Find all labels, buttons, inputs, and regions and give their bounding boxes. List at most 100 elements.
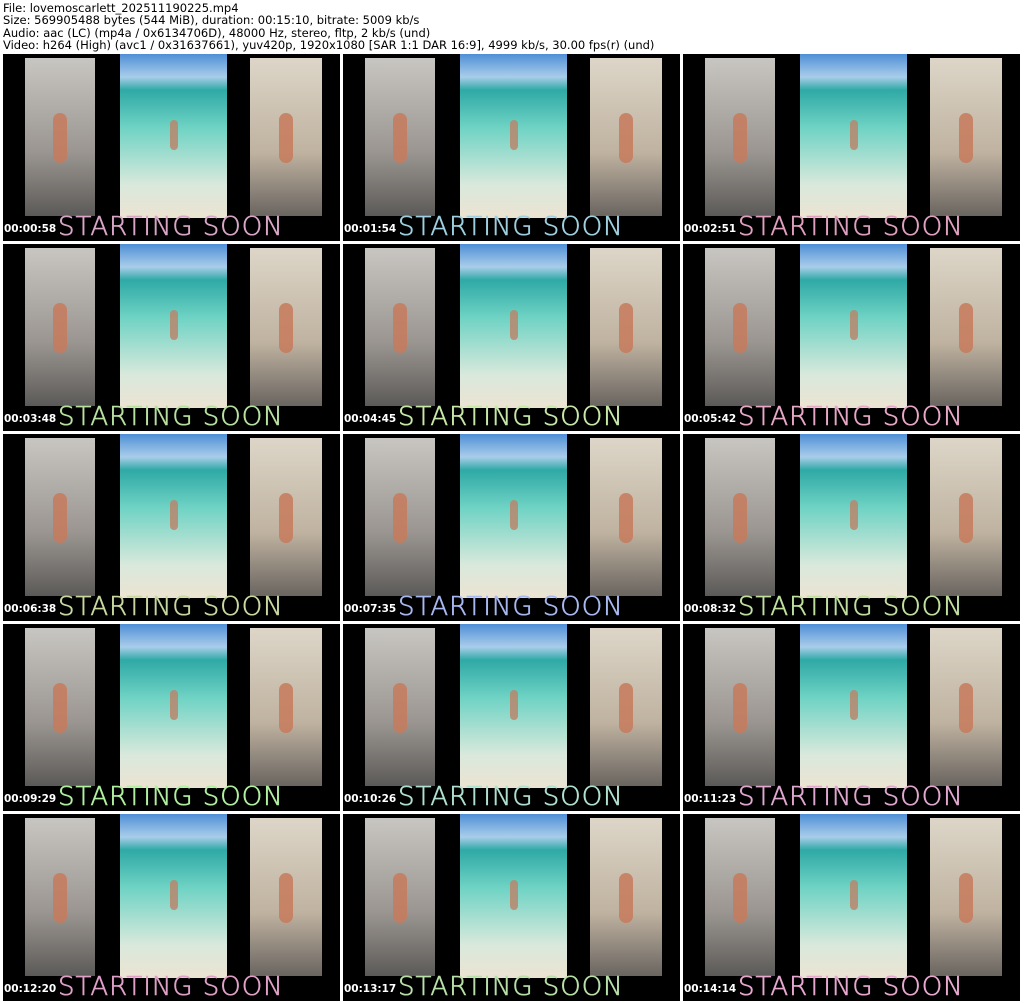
figure-placeholder [619, 113, 633, 164]
timestamp: 00:06:38 [4, 603, 57, 615]
video-thumbnail[interactable]: STARTING SOON 00:11:23 [683, 624, 1020, 811]
thumbnail-grid: STARTING SOON 00:00:58 STARTING SOON 00:… [3, 54, 1020, 1001]
video-thumbnail[interactable]: STARTING SOON 00:13:17 [343, 814, 680, 1001]
frame-panel-beach [800, 814, 907, 978]
starting-soon-overlay: STARTING SOON [398, 592, 624, 621]
starting-soon-overlay: STARTING SOON [738, 972, 964, 1001]
video-thumbnail[interactable]: STARTING SOON 00:08:32 [683, 434, 1020, 621]
timestamp: 00:01:54 [344, 223, 397, 235]
timestamp: 00:05:42 [684, 413, 737, 425]
figure-placeholder [393, 683, 407, 734]
starting-soon-overlay: STARTING SOON [738, 402, 964, 431]
figure-placeholder [53, 873, 67, 924]
starting-soon-overlay: STARTING SOON [58, 592, 284, 621]
frame-panel-beach [460, 434, 567, 598]
frame-panel-right [590, 818, 662, 976]
figure-placeholder [733, 873, 747, 924]
figure-placeholder [393, 873, 407, 924]
video-thumbnail[interactable]: STARTING SOON 00:02:51 [683, 54, 1020, 241]
figure-placeholder [849, 689, 858, 720]
figure-placeholder [169, 119, 178, 150]
starting-soon-overlay: STARTING SOON [398, 402, 624, 431]
video-thumbnail[interactable]: STARTING SOON 00:04:45 [343, 244, 680, 431]
starting-soon-overlay: STARTING SOON [58, 402, 284, 431]
frame-panel-beach [460, 624, 567, 788]
frame-panel-left [705, 628, 775, 786]
frame-panel-beach [120, 434, 227, 598]
frame-panel-beach [800, 624, 907, 788]
video-thumbnail[interactable]: STARTING SOON 00:07:35 [343, 434, 680, 621]
video-thumbnail[interactable]: STARTING SOON 00:10:26 [343, 624, 680, 811]
starting-soon-overlay: STARTING SOON [738, 212, 964, 241]
starting-soon-overlay: STARTING SOON [738, 592, 964, 621]
figure-placeholder [169, 499, 178, 530]
video-info: Video: h264 (High) (avc1 / 0x31637661), … [3, 37, 655, 52]
file-size-info: Size: 569905488 bytes (544 MiB), duratio… [3, 13, 420, 28]
file-info-header: File: lovemoscarlett_202511190225.mp4 Si… [3, 2, 654, 51]
figure-placeholder [393, 113, 407, 164]
timestamp: 00:08:32 [684, 603, 737, 615]
frame-panel-left [25, 58, 95, 216]
figure-placeholder [509, 879, 518, 910]
figure-placeholder [279, 493, 293, 544]
figure-placeholder [169, 309, 178, 340]
frame-panel-left [365, 818, 435, 976]
figure-placeholder [279, 873, 293, 924]
starting-soon-overlay: STARTING SOON [58, 972, 284, 1001]
frame-panel-left [365, 58, 435, 216]
timestamp: 00:00:58 [4, 223, 57, 235]
frame-panel-left [705, 248, 775, 406]
figure-placeholder [849, 309, 858, 340]
figure-placeholder [279, 683, 293, 734]
video-thumbnail[interactable]: STARTING SOON 00:05:42 [683, 244, 1020, 431]
frame-panel-left [25, 438, 95, 596]
timestamp: 00:12:20 [4, 983, 57, 995]
video-thumbnail[interactable]: STARTING SOON 00:09:29 [3, 624, 340, 811]
timestamp: 00:07:35 [344, 603, 397, 615]
figure-placeholder [959, 113, 973, 164]
figure-placeholder [733, 303, 747, 354]
figure-placeholder [169, 879, 178, 910]
figure-placeholder [509, 309, 518, 340]
figure-placeholder [959, 493, 973, 544]
frame-panel-right [250, 248, 322, 406]
frame-panel-beach [800, 54, 907, 218]
frame-panel-left [25, 248, 95, 406]
starting-soon-overlay: STARTING SOON [58, 212, 284, 241]
frame-panel-right [590, 628, 662, 786]
figure-placeholder [53, 683, 67, 734]
figure-placeholder [849, 119, 858, 150]
figure-placeholder [279, 113, 293, 164]
frame-panel-right [250, 58, 322, 216]
frame-panel-right [930, 818, 1002, 976]
frame-panel-right [590, 248, 662, 406]
figure-placeholder [53, 113, 67, 164]
frame-panel-left [705, 818, 775, 976]
timestamp: 00:03:48 [4, 413, 57, 425]
frame-panel-beach [120, 624, 227, 788]
video-thumbnail[interactable]: STARTING SOON 00:00:58 [3, 54, 340, 241]
timestamp: 00:09:29 [4, 793, 57, 805]
figure-placeholder [733, 113, 747, 164]
video-thumbnail[interactable]: STARTING SOON 00:14:14 [683, 814, 1020, 1001]
video-thumbnail[interactable]: STARTING SOON 00:01:54 [343, 54, 680, 241]
starting-soon-overlay: STARTING SOON [398, 972, 624, 1001]
frame-panel-right [930, 248, 1002, 406]
video-thumbnail[interactable]: STARTING SOON 00:03:48 [3, 244, 340, 431]
frame-panel-left [705, 438, 775, 596]
frame-panel-beach [460, 54, 567, 218]
timestamp: 00:11:23 [684, 793, 737, 805]
timestamp: 00:04:45 [344, 413, 397, 425]
figure-placeholder [619, 303, 633, 354]
video-thumbnail[interactable]: STARTING SOON 00:12:20 [3, 814, 340, 1001]
video-thumbnail[interactable]: STARTING SOON 00:06:38 [3, 434, 340, 621]
frame-panel-left [25, 818, 95, 976]
timestamp: 00:10:26 [344, 793, 397, 805]
starting-soon-overlay: STARTING SOON [58, 782, 284, 811]
figure-placeholder [959, 683, 973, 734]
figure-placeholder [849, 879, 858, 910]
frame-panel-beach [460, 814, 567, 978]
frame-panel-right [930, 438, 1002, 596]
figure-placeholder [509, 499, 518, 530]
frame-panel-right [250, 628, 322, 786]
